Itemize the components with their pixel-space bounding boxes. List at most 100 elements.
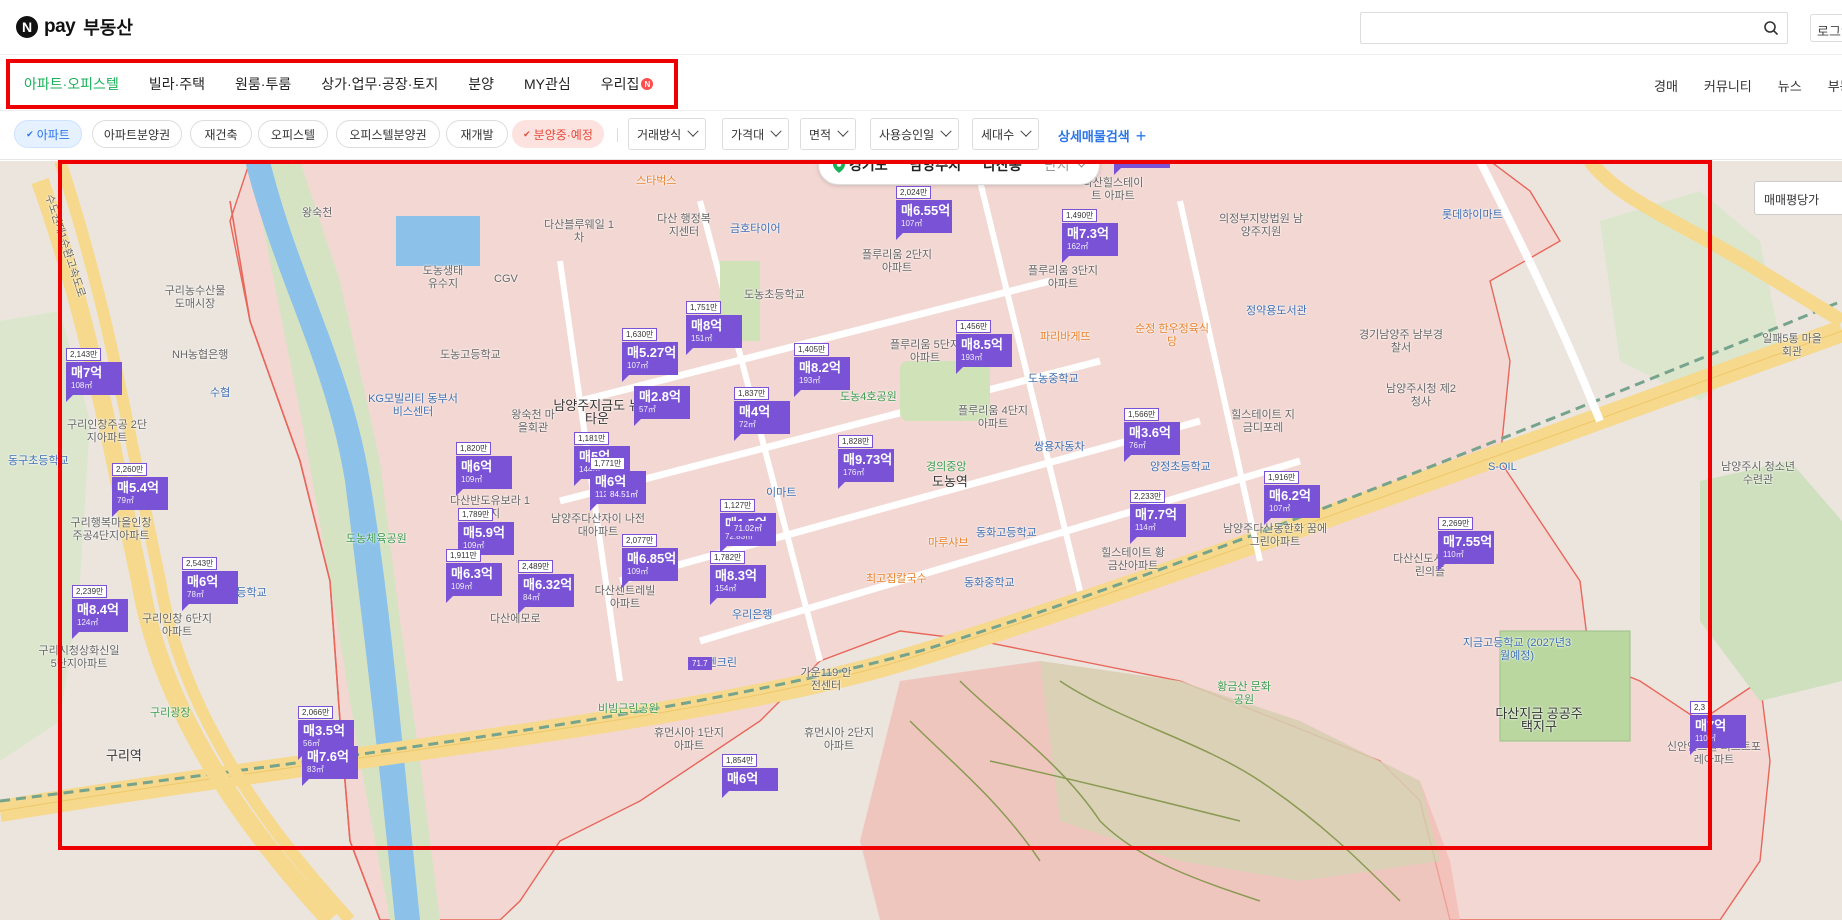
price-marker[interactable]: 매7.6억 83㎡ xyxy=(302,746,358,786)
nav-realestate[interactable]: 부동산 xyxy=(1828,76,1842,95)
place-donghwa-middle[interactable]: 동화중학교 xyxy=(964,577,1015,590)
detail-search-button[interactable]: 상세매물검색 + xyxy=(1058,126,1146,145)
price-marker[interactable]: 1,911만 매6.3억 109㎡ xyxy=(446,545,502,603)
place-paris-baguette[interactable]: 파리바게뜨 xyxy=(1040,331,1091,344)
price-marker[interactable]: 2,233만 매7.7억 114㎡ xyxy=(1130,486,1186,544)
price-marker[interactable]: 2,143만 매7억 108㎡ xyxy=(66,344,122,402)
place-hillstate-jigeum[interactable]: 힐스테이트 지금디포레 xyxy=(1228,409,1298,435)
place-donghwa-high[interactable]: 동화고등학교 xyxy=(976,527,1037,540)
place-south-police[interactable]: 경기남양주 남부경찰서 xyxy=(1356,329,1446,355)
tab-commercial-land[interactable]: 상가·업무·공장·토지 xyxy=(321,74,438,94)
tab-my-interest[interactable]: MY관심 xyxy=(524,74,571,94)
price-marker[interactable]: 1,854만 매6억 xyxy=(722,750,778,798)
place-dasan-bluewhale[interactable]: 다산블루웨일 1차 xyxy=(544,219,614,245)
place-donong-sports-park[interactable]: 도농체육공원 xyxy=(346,533,407,546)
place-court-namyangju[interactable]: 의정부지방법원 남양주지원 xyxy=(1216,213,1306,239)
price-marker[interactable]: 2,489만 매6.32억 84㎡ xyxy=(518,556,574,614)
place-bibim-park[interactable]: 비빔근린공원 xyxy=(598,703,659,716)
place-dasan-emoro[interactable]: 다산에모로 xyxy=(490,613,541,626)
price-marker[interactable]: 1,782만 매8.3억 154㎡ xyxy=(710,547,766,605)
place-hillstate-hwanggeum[interactable]: 힐스테이트 황금산아파트 xyxy=(1098,547,1168,573)
login-button[interactable]: 로그인 xyxy=(1810,14,1842,42)
place-jeongyakyong-library[interactable]: 정약용도서관 xyxy=(1246,305,1307,318)
place-guri-injang-6[interactable]: 구리인창 6단지아파트 xyxy=(142,613,212,639)
place-maru-shabu[interactable]: 마루샤브 xyxy=(928,537,968,550)
place-donong-station[interactable]: 도농역 xyxy=(932,475,968,488)
nav-news[interactable]: 뉴스 xyxy=(1778,76,1802,95)
naver-pay-realestate-logo[interactable]: N pay 부동산 xyxy=(16,14,133,40)
place-donggu-elementary[interactable]: 동구초등학교 xyxy=(8,455,69,468)
area-tag[interactable]: 71.02㎡ xyxy=(730,521,767,536)
place-guri-sangwha[interactable]: 구리시청상화신일 5단지아파트 xyxy=(34,645,124,671)
place-jigeum-high[interactable]: 지금고등학교 (2027년3월예정) xyxy=(1462,637,1572,663)
tab-my-home[interactable]: 우리집 N xyxy=(601,74,654,94)
area-tag[interactable]: 84.51㎡ xyxy=(606,487,643,502)
place-sunjeong-restaurant[interactable]: 순정 한우정육식당 xyxy=(1132,323,1212,349)
place-guri-injang-2[interactable]: 구리인창주공 2단지아파트 xyxy=(62,419,152,445)
place-woori-bank[interactable]: 우리은행 xyxy=(732,609,772,622)
nav-community[interactable]: 커뮤니티 xyxy=(1704,76,1752,95)
place-prugio-4[interactable]: 플루리움 4단지아파트 xyxy=(958,405,1028,431)
place-choigojip[interactable]: 최고집칼국수 xyxy=(866,573,927,586)
place-prugio-3[interactable]: 플루리움 3단지아파트 xyxy=(1028,265,1098,291)
chip-redevelopment[interactable]: 재개발 xyxy=(446,120,508,148)
place-prugio-2[interactable]: 플루리움 2단지아파트 xyxy=(862,249,932,275)
place-humansia-1[interactable]: 휴먼시아 1단지아파트 xyxy=(654,727,724,753)
place-donong-middle[interactable]: 도농중학교 xyxy=(1028,373,1079,386)
price-marker[interactable]: 1,837만 매4억 72㎡ xyxy=(734,383,790,441)
place-kg-mobility[interactable]: KG모빌리티 동부서비스센터 xyxy=(368,393,458,419)
place-guri-market[interactable]: 구리농수산물 도매시장 xyxy=(160,285,230,311)
place-yangjeong-elementary[interactable]: 양정초등학교 xyxy=(1150,461,1211,474)
chip-apartment[interactable]: ✔ 아파트 xyxy=(14,120,82,148)
place-hwanggeumsan-park[interactable]: 황금산 문화공원 xyxy=(1214,681,1274,707)
place-ssangyong[interactable]: 쌍용자동차 xyxy=(1034,441,1085,454)
place-dasan-admin-center[interactable]: 다산 행정복지센터 xyxy=(654,213,714,239)
place-donong-highschool[interactable]: 도농고등학교 xyxy=(440,349,501,362)
dropdown-approval-date[interactable]: 사용승인일 xyxy=(870,118,960,150)
tab-presale[interactable]: 분양 xyxy=(468,74,494,94)
chip-apartment-presale-right[interactable]: 아파트분양권 xyxy=(92,120,182,148)
location-city[interactable]: 남양주시 xyxy=(910,161,962,175)
price-marker[interactable]: 1,916만 매6.2억 107㎡ xyxy=(1264,467,1320,525)
place-donong-park4[interactable]: 도농4호공원 xyxy=(840,391,897,404)
price-marker[interactable]: 2,543만 매6억 78㎡ xyxy=(182,553,238,611)
price-marker[interactable]: 1,630만 매5.27억 107㎡ xyxy=(622,324,678,382)
place-119-center[interactable]: 가운119 안전센터 xyxy=(796,667,856,693)
place-s-oil[interactable]: S-OIL xyxy=(1488,461,1517,474)
tab-villa-house[interactable]: 빌라·주택 xyxy=(149,74,205,94)
price-marker[interactable]: 1,490만 매7.3억 162㎡ xyxy=(1062,205,1118,263)
place-kumho-tire[interactable]: 금호타이어 xyxy=(730,223,781,236)
price-marker[interactable]: 1,405만 매8.2억 193㎡ xyxy=(794,339,850,397)
place-hanwha-dream[interactable]: 남양주다산동한화 꿈에그린아파트 xyxy=(1220,523,1330,549)
place-prugio-5[interactable]: 플루리움 5단지아파트 xyxy=(890,339,960,365)
place-starbucks[interactable]: 스타벅스 xyxy=(636,175,676,188)
tab-oneroom-tworoom[interactable]: 원룸·투룸 xyxy=(235,74,291,94)
price-marker[interactable]: 2,024만 매6.55억 107㎡ xyxy=(896,182,952,240)
chip-reconstruction[interactable]: 재건축 xyxy=(190,120,252,148)
price-marker[interactable]: 1,820만 매6억 109㎡ xyxy=(456,438,512,496)
price-marker[interactable]: 2,3 매7억 110㎡ xyxy=(1690,697,1746,755)
price-marker[interactable]: 2,077만 매6.85억 109㎡ xyxy=(622,530,678,588)
tab-apartment-officetel[interactable]: 아파트·오피스텔 xyxy=(24,74,119,94)
place-nh-bank[interactable]: NH농협은행 xyxy=(172,349,228,362)
map-canvas[interactable]: 스타벅스 왕숙천 다산블루웨일 1차 다산 행정복지센터 금호타이어 다산힐스테… xyxy=(0,161,1842,920)
place-guri-station[interactable]: 구리역 xyxy=(106,749,142,762)
area-tag[interactable]: 71.7 xyxy=(688,657,712,670)
dropdown-area[interactable]: 면적 xyxy=(800,118,857,150)
price-marker[interactable]: 1,751만 매8억 151㎡ xyxy=(686,297,742,355)
place-suhyup[interactable]: 수협 xyxy=(210,387,230,400)
chip-officetel-presale-right[interactable]: 오피스텔분양권 xyxy=(336,120,440,148)
nav-auction[interactable]: 경매 xyxy=(1654,76,1678,95)
place-donong-elementary[interactable]: 도농초등학교 xyxy=(744,289,805,302)
dropdown-households[interactable]: 세대수 xyxy=(972,118,1040,150)
price-marker[interactable]: 1,456만 매8.5억 193㎡ xyxy=(956,316,1012,374)
location-complex-select[interactable]: 단지 xyxy=(1044,161,1087,175)
place-lotte-himart[interactable]: 롯데하이마트 xyxy=(1442,209,1503,222)
place-city-hall-2[interactable]: 남양주시청 제2청사 xyxy=(1386,383,1456,409)
place-guri-plaza[interactable]: 구리광장 xyxy=(150,707,190,720)
price-type-select[interactable]: 매매평당가 xyxy=(1754,181,1842,215)
place-guri-haengbok[interactable]: 구리행복마을인창 주공4단지아파트 xyxy=(66,517,156,543)
place-youth-center[interactable]: 남양주시 청소년수련관 xyxy=(1718,461,1798,487)
chip-presale-upcoming[interactable]: ✔ 분양중·예정 xyxy=(512,120,604,148)
chip-officetel[interactable]: 오피스텔 xyxy=(258,120,328,148)
